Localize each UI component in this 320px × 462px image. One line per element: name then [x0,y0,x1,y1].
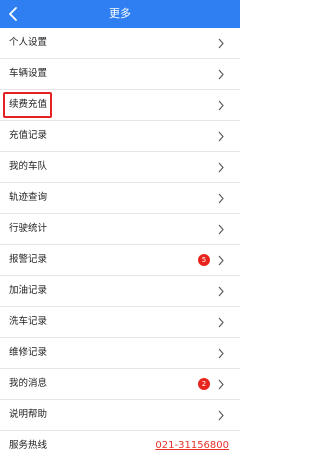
menu-item-label: 充值记录 [9,130,48,141]
notification-badge: 2 [198,378,210,390]
page-title: 更多 [109,7,131,20]
menu-item-recharge-records[interactable]: 充值记录 [0,121,240,152]
menu-item-track-query[interactable]: 轨迹查询 [0,183,240,214]
menu-item-renewal-recharge[interactable]: 续费充值 [0,90,240,121]
menu-item-label: 加油记录 [9,285,48,296]
menu-item-label: 洗车记录 [9,316,48,327]
chevron-right-icon [218,100,224,111]
menu-item-label: 说明帮助 [9,409,48,420]
header-bar: 更多 [0,0,240,28]
chevron-right-icon [218,131,224,142]
chevron-right-icon [218,255,224,266]
menu-item-refuel-records[interactable]: 加油记录 [0,276,240,307]
chevron-right-icon [218,38,224,49]
chevron-right-icon [218,348,224,359]
notification-badge: 5 [198,254,210,266]
menu-item-alarm-records[interactable]: 报警记录 5 [0,245,240,276]
menu-item-label: 车辆设置 [9,68,48,79]
chevron-right-icon [218,379,224,390]
menu-item-help[interactable]: 说明帮助 [0,400,240,431]
menu-item-personal-settings[interactable]: 个人设置 [0,28,240,59]
menu-item-driving-statistics[interactable]: 行驶统计 [0,214,240,245]
menu-list: 个人设置 车辆设置 续费充值 充值记录 我的车队 轨迹查询 行驶统计 报警记录 … [0,28,240,462]
hotline-number-link[interactable]: 021-31156800 [155,431,229,461]
chevron-right-icon [218,224,224,235]
chevron-right-icon [218,193,224,204]
menu-item-carwash-records[interactable]: 洗车记录 [0,307,240,338]
menu-item-label: 轨迹查询 [9,192,48,203]
menu-item-vehicle-settings[interactable]: 车辆设置 [0,59,240,90]
menu-item-my-messages[interactable]: 我的消息 2 [0,369,240,400]
chevron-right-icon [218,410,224,421]
hotline-label: 服务热线 [9,440,48,451]
menu-item-label: 我的消息 [9,378,48,389]
chevron-right-icon [218,317,224,328]
chevron-right-icon [218,286,224,297]
menu-item-label: 个人设置 [9,37,48,48]
menu-item-service-hotline: 服务热线 021-31156800 [0,431,240,462]
menu-item-label: 报警记录 [9,254,48,265]
menu-item-label: 我的车队 [9,161,48,172]
chevron-right-icon [218,162,224,173]
menu-item-my-fleet[interactable]: 我的车队 [0,152,240,183]
menu-item-label: 续费充值 [9,99,48,110]
menu-item-repair-records[interactable]: 维修记录 [0,338,240,369]
menu-item-label: 行驶统计 [9,223,48,234]
menu-item-label: 维修记录 [9,347,48,358]
chevron-right-icon [218,69,224,80]
